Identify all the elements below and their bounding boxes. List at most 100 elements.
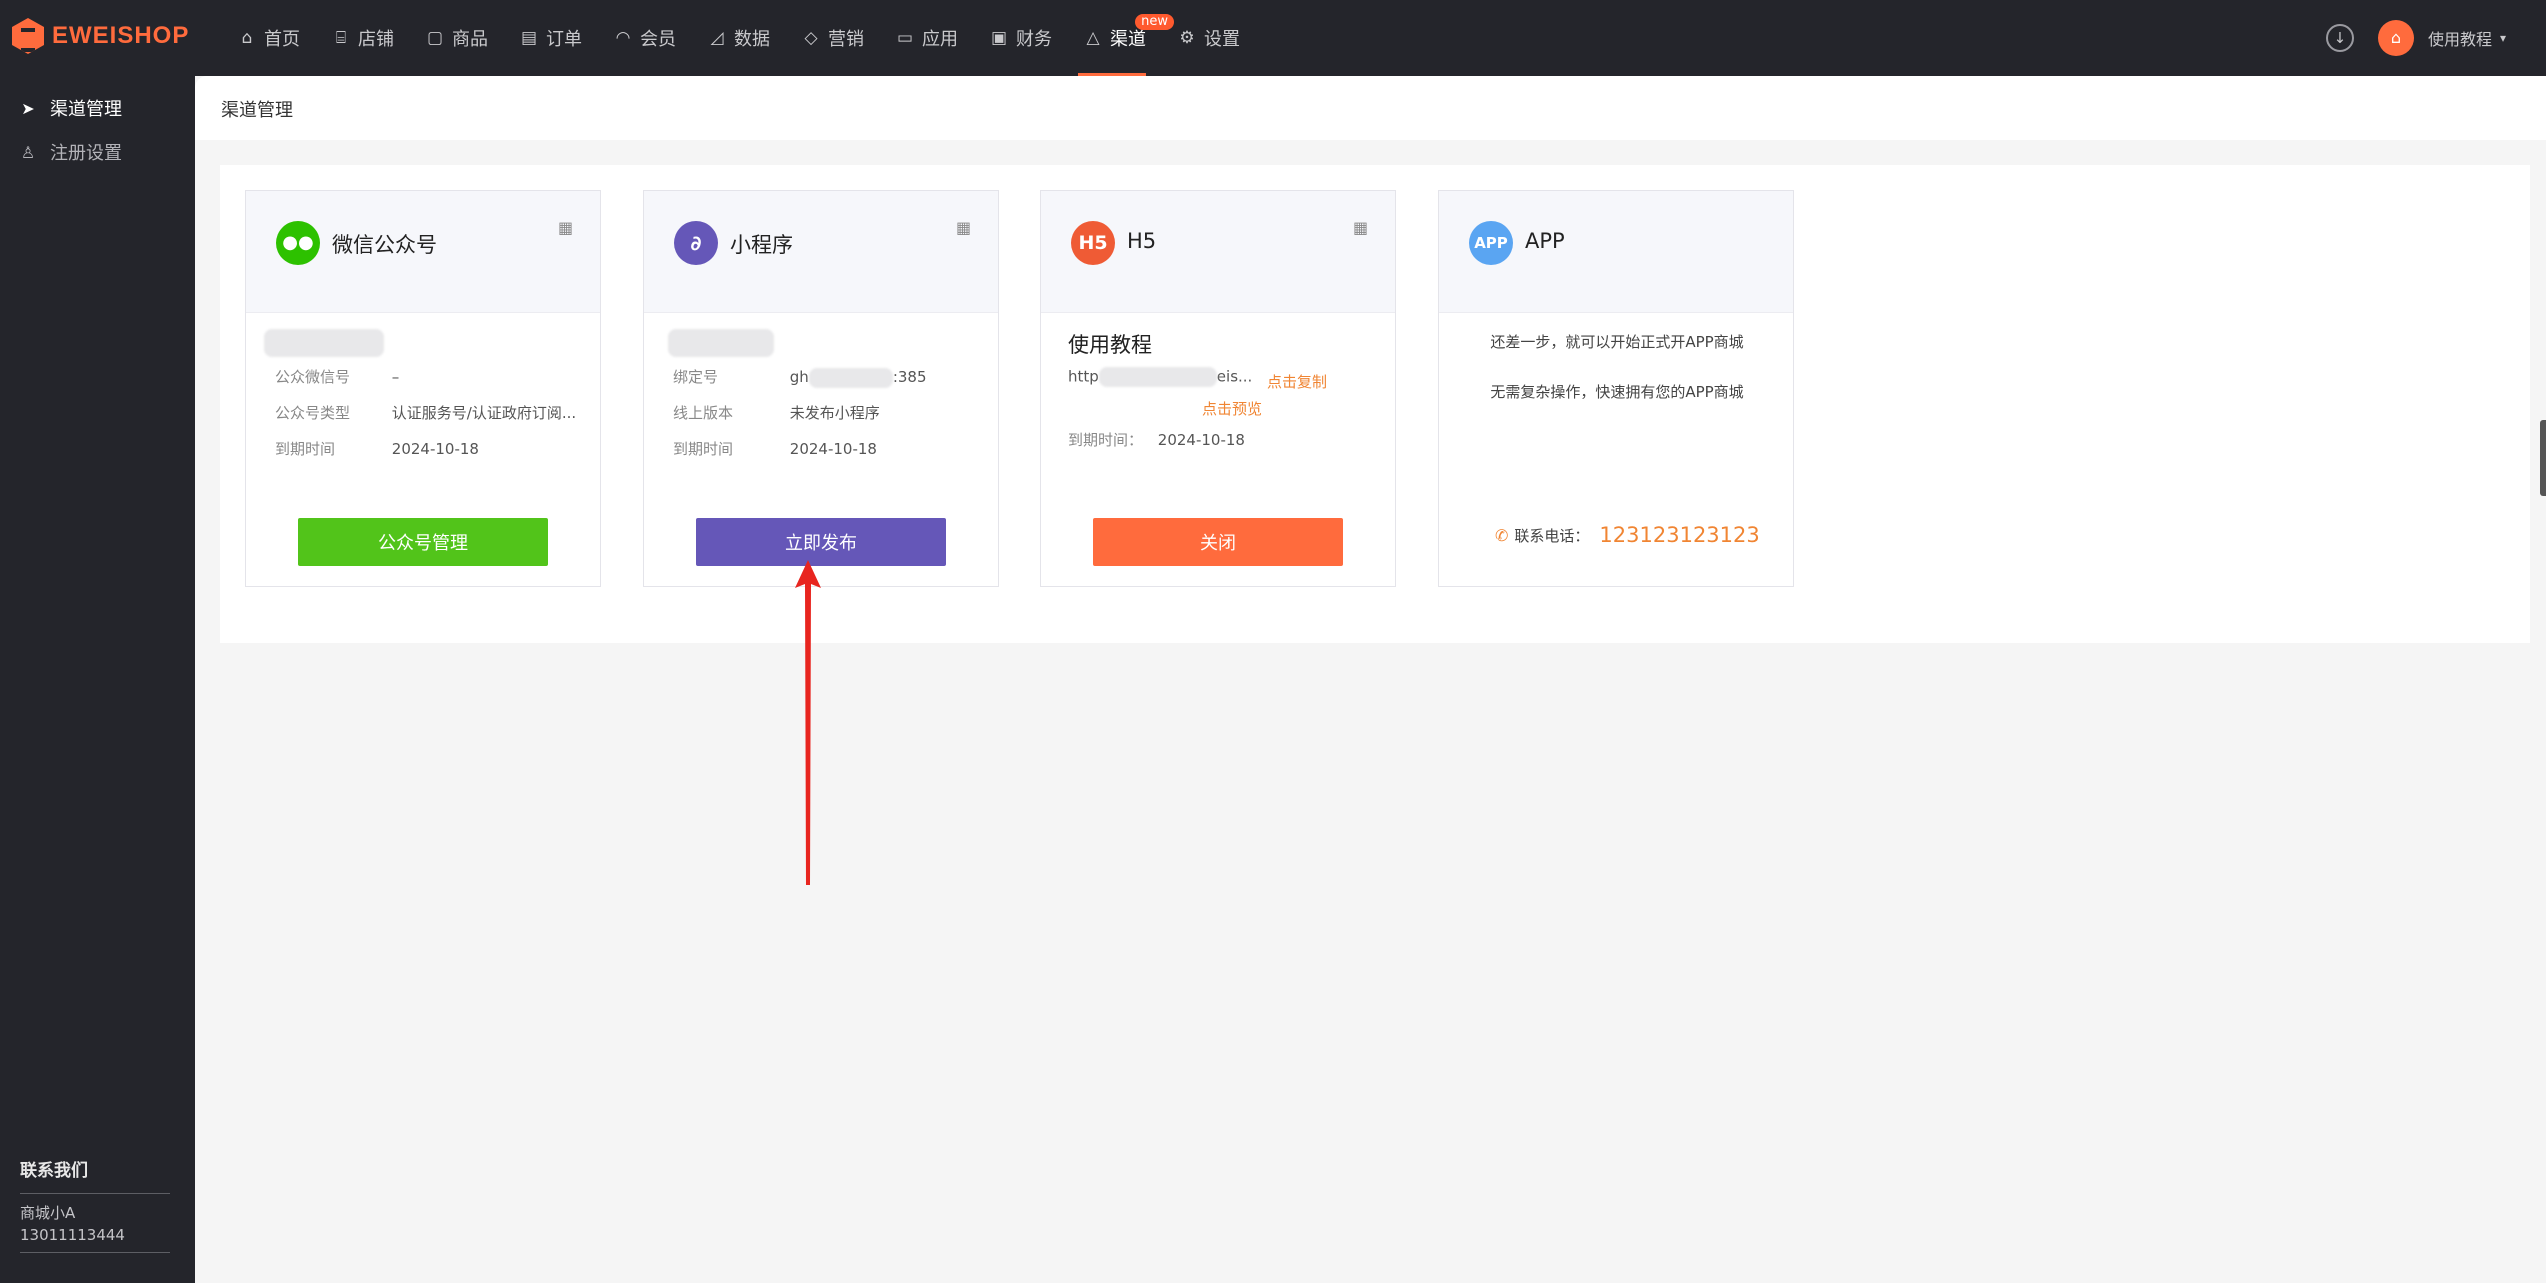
nav-item-order[interactable]: ▤ 订单 — [514, 0, 598, 76]
nav-item-home[interactable]: ⌂ 首页 — [232, 0, 316, 76]
qrcode-icon[interactable]: ▦ — [1353, 219, 1371, 237]
contact-name: 商城小A — [20, 1204, 76, 1222]
info-row: 到期时间 2024-10-18 — [275, 438, 479, 459]
avatar[interactable]: ⌂ — [2377, 20, 2414, 56]
info-value: 2024-10-18 — [1157, 431, 1245, 449]
contact-phone-row: ✆ 联系电话： 123123123123 — [1495, 523, 1760, 547]
brand-name: EWEISHOP — [52, 22, 190, 49]
app-tip-line-2: 无需复杂操作，快速拥有您的APP商城 — [1490, 383, 1744, 401]
info-key: 线上版本 — [673, 404, 734, 422]
sidebar-item-channel-management[interactable]: ➤ 渠道管理 — [0, 86, 195, 130]
info-key: 绑定号 — [673, 368, 719, 386]
h5-url: http eis... — [1068, 367, 1252, 387]
user-menu-label[interactable]: 使用教程 — [2428, 26, 2492, 50]
phone-number[interactable]: 123123123123 — [1599, 523, 1759, 547]
sidebar-item-register-settings[interactable]: ♙ 注册设置 — [0, 130, 195, 174]
preview-link[interactable]: 点击预览 — [1202, 398, 1262, 419]
sidebar: ➤ 渠道管理 ♙ 注册设置 联系我们 商城小A 13011113444 — [0, 76, 195, 1283]
chart-icon: ◿ — [710, 28, 724, 48]
channel-icon: △ — [1086, 28, 1100, 48]
info-key: 到期时间 — [673, 440, 734, 458]
mini-program-icon: ∂ — [674, 221, 718, 265]
redacted-account-name — [264, 329, 384, 357]
info-row: 绑定号 gh:385 — [673, 366, 927, 388]
qrcode-icon[interactable]: ▦ — [558, 219, 576, 237]
nav-item-label: 商品 — [452, 29, 488, 50]
close-button[interactable]: 关闭 — [1093, 518, 1343, 566]
app-icon: APP — [1469, 221, 1513, 265]
h5-card: H5 H5 ▦ 使用教程 http eis... 点击复制 点击预览 到期时间： … — [1040, 190, 1396, 587]
copy-link[interactable]: 点击复制 — [1267, 371, 1327, 392]
publish-now-button[interactable]: 立即发布 — [696, 518, 946, 566]
nav-item-settings[interactable]: ⚙ 设置 — [1172, 0, 1256, 76]
annotation-arrow-icon — [795, 560, 821, 885]
nav-item-apps[interactable]: ▭ 应用 — [890, 0, 974, 76]
brand-logo[interactable]: EWEISHOP — [12, 18, 189, 54]
gear-icon: ⚙ — [1179, 28, 1195, 48]
main-nav: ⌂ 首页 ⌸ 店铺 ▢ 商品 ▤ 订单 ◠ 会员 ◿ 数据 ◇ 营销 ▭ 应用 — [232, 0, 1266, 76]
sidebar-item-label: 渠道管理 — [50, 99, 122, 120]
logo-mark-icon — [12, 18, 44, 54]
page-header: 渠道管理 — [195, 76, 2546, 140]
nav-item-member[interactable]: ◠ 会员 — [608, 0, 692, 76]
info-row: 线上版本 未发布小程序 — [673, 402, 880, 423]
home-icon: ⌂ — [241, 28, 253, 48]
nav-item-finance[interactable]: ▣ 财务 — [984, 0, 1068, 76]
nav-item-store[interactable]: ⌸ 店铺 — [326, 0, 410, 76]
nav-item-label: 财务 — [1016, 29, 1052, 50]
nav-item-label: 订单 — [546, 29, 582, 50]
nav-item-label: 店铺 — [358, 29, 394, 50]
nav-item-data[interactable]: ◿ 数据 — [702, 0, 786, 76]
nav-item-label: 数据 — [734, 29, 770, 50]
box-icon: ▭ — [896, 28, 914, 48]
new-badge: new — [1135, 14, 1174, 30]
redacted-appid — [808, 367, 893, 388]
card-title: APP — [1525, 229, 1565, 253]
card-header: H5 H5 ▦ — [1041, 191, 1395, 313]
store-icon: ⌸ — [335, 28, 347, 48]
sidebar-item-label: 注册设置 — [50, 143, 122, 164]
phone-icon: ✆ — [1495, 525, 1509, 545]
qrcode-icon[interactable]: ▦ — [956, 219, 974, 237]
redacted-app-name — [668, 329, 774, 357]
nav-item-label: 设置 — [1204, 29, 1240, 50]
chevron-down-icon[interactable]: ▾ — [2500, 31, 2506, 45]
info-value: 未发布小程序 — [789, 404, 880, 422]
info-value: – — [391, 368, 400, 386]
users-icon: ♙ — [20, 142, 36, 162]
nav-item-label: 首页 — [264, 29, 300, 50]
info-value: 2024-10-18 — [391, 440, 479, 458]
h5-icon: H5 — [1071, 221, 1115, 265]
page-title: 渠道管理 — [221, 100, 293, 121]
wechat-icon: ●● — [276, 221, 320, 265]
nav-item-channel[interactable]: △ 渠道 new — [1078, 0, 1174, 76]
info-value-prefix: gh — [789, 368, 809, 386]
nav-item-label: 营销 — [828, 29, 864, 50]
send-icon: ➤ — [21, 98, 35, 118]
scrollbar-handle[interactable] — [2540, 420, 2546, 496]
nav-item-goods[interactable]: ▢ 商品 — [420, 0, 504, 76]
bag-icon: ▢ — [426, 28, 444, 48]
official-account-manage-button[interactable]: 公众号管理 — [298, 518, 548, 566]
info-value: 认证服务号/认证政府订阅... — [391, 404, 577, 422]
order-icon: ▤ — [520, 28, 538, 48]
app-tip-line-1: 还差一步，就可以开始正式开APP商城 — [1490, 333, 1744, 351]
url-suffix: eis... — [1216, 367, 1253, 386]
nav-item-marketing[interactable]: ◇ 营销 — [796, 0, 880, 76]
redacted-url — [1098, 367, 1217, 387]
download-icon[interactable]: ↓ — [2325, 24, 2354, 52]
card-title: H5 — [1127, 229, 1157, 253]
top-right-tools: ↓ ⌂ 使用教程 ▾ — [2325, 20, 2506, 56]
info-row: 公众微信号 – — [275, 366, 399, 387]
contact-section: 联系我们 商城小A 13011113444 — [20, 1156, 170, 1253]
info-row: 公众号类型 认证服务号/认证政府订阅... — [275, 402, 576, 423]
channel-cards-panel: ●● 微信公众号 ▦ 公众微信号 – 公众号类型 认证服务号/认证政府订阅...… — [220, 165, 2530, 643]
card-header: ●● 微信公众号 ▦ — [246, 191, 600, 313]
phone-label: 联系电话： — [1514, 526, 1590, 545]
info-key: 公众号类型 — [275, 404, 351, 422]
info-row: 到期时间 2024-10-18 — [673, 438, 877, 459]
tag-icon: ◇ — [804, 28, 818, 48]
h5-expire-row: 到期时间： 2024-10-18 — [1068, 429, 1245, 450]
finance-icon: ▣ — [990, 28, 1008, 48]
app-card: APP APP 还差一步，就可以开始正式开APP商城 无需复杂操作，快速拥有您的… — [1438, 190, 1794, 587]
